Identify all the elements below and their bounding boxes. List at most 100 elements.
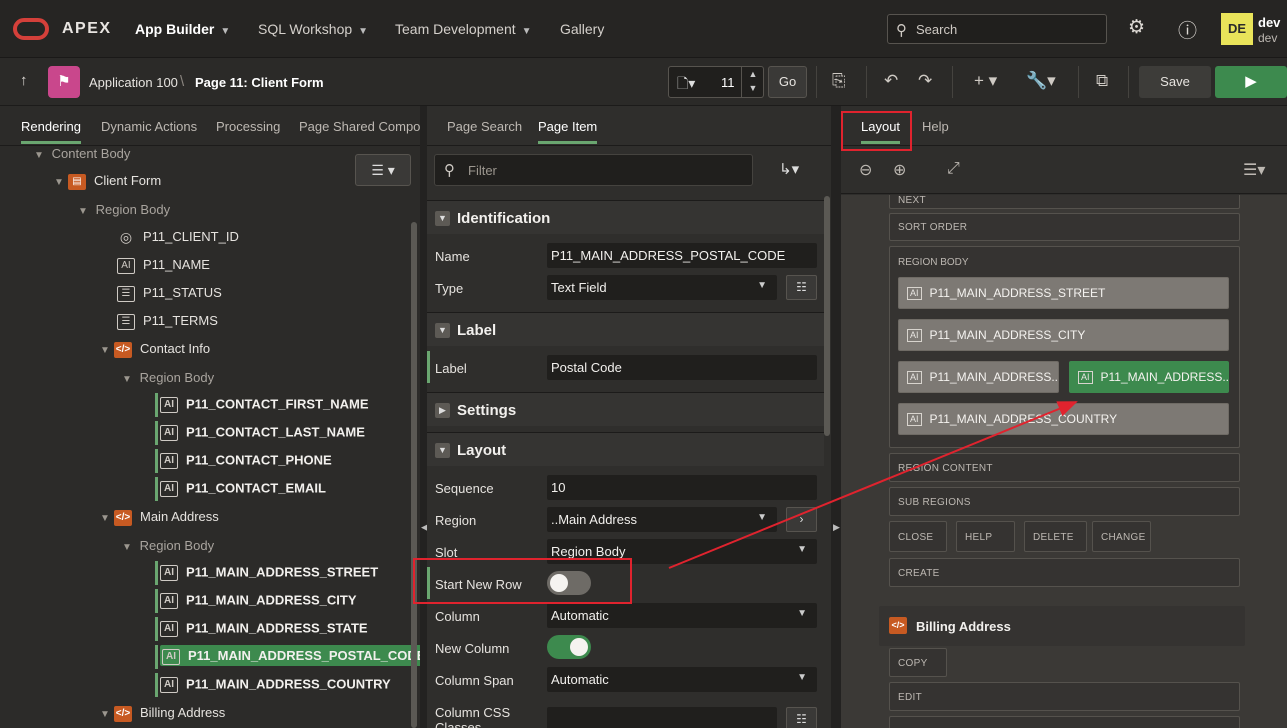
collapse-icon[interactable]: ▼ <box>100 513 114 524</box>
column-span-select[interactable]: Automatic ▼ <box>547 667 817 692</box>
user-name[interactable]: dev <box>1258 15 1280 30</box>
layout-canvas[interactable]: NEXT SORT ORDER REGION BODY AI P11_MAIN_A… <box>841 195 1287 728</box>
tree-node[interactable]: ☰ P11_STATUS <box>117 285 222 302</box>
nav-app-builder[interactable]: App Builder ▼ <box>135 21 230 37</box>
tree-node[interactable]: AI P11_MAIN_ADDRESS_CITY <box>155 589 357 613</box>
new-column-toggle[interactable] <box>547 635 591 659</box>
administration-icon[interactable]: ⚙ <box>1128 16 1145 39</box>
layout-item-street[interactable]: AI P11_MAIN_ADDRESS_STREET <box>898 277 1229 309</box>
tree-node[interactable]: AI P11_CONTACT_PHONE <box>155 449 332 473</box>
slot-close[interactable]: CLOSE <box>889 521 947 552</box>
tree-node[interactable]: AI P11_CONTACT_EMAIL <box>155 477 326 501</box>
tab-dynamic-actions[interactable]: Dynamic Actions <box>101 119 197 134</box>
go-button[interactable]: Go <box>768 66 807 98</box>
tree-node[interactable]: ◎ P11_CLIENT_ID <box>117 229 239 246</box>
shared-components-icon[interactable]: ⧉ <box>1096 71 1108 91</box>
tree-node[interactable]: AI P11_CONTACT_LAST_NAME <box>155 421 365 445</box>
tree-node[interactable]: ▼ </> Main Address <box>100 509 219 526</box>
label-field[interactable]: Postal Code <box>547 355 817 380</box>
tree-node[interactable]: ▼ </> Billing Address <box>100 705 225 722</box>
region-billing-address[interactable]: </> Billing Address <box>879 606 1245 646</box>
expand-icon[interactable]: ⤢ <box>947 160 960 178</box>
run-page-button[interactable]: ▶ <box>1215 66 1287 98</box>
page-number-input[interactable]: 11 <box>721 75 735 90</box>
oracle-logo-icon[interactable] <box>13 18 49 40</box>
slot-next[interactable]: NEXT <box>889 195 1240 209</box>
left-splitter[interactable]: ◀ <box>420 106 428 728</box>
right-splitter[interactable]: ▶ <box>831 106 841 728</box>
tree-node[interactable]: ▼ Region Body <box>122 538 214 553</box>
slot-delete[interactable]: DELETE <box>1024 521 1087 552</box>
zoom-out-icon[interactable]: ⊖ <box>859 160 872 180</box>
tree-node[interactable]: AI P11_NAME <box>117 257 210 274</box>
tab-rendering[interactable]: Rendering <box>21 119 81 144</box>
nav-gallery[interactable]: Gallery <box>560 21 604 37</box>
tree-node[interactable]: ▼ Region Body <box>78 202 170 217</box>
slot-help[interactable]: HELP <box>956 521 1015 552</box>
name-field[interactable]: P11_MAIN_ADDRESS_POSTAL_CODE <box>547 243 817 268</box>
go-to-region-button[interactable]: › <box>786 507 817 532</box>
tree-node[interactable]: ▼ ▤ Client Form <box>54 173 161 190</box>
tree-node[interactable]: ▼ </> Contact Info <box>100 341 210 358</box>
tree-node[interactable]: ▼ Content Body <box>34 146 130 161</box>
section-identification[interactable]: ▼ Identification <box>427 200 824 234</box>
column-select[interactable]: Automatic ▼ <box>547 603 817 628</box>
undo-icon[interactable]: ↶ <box>884 71 898 91</box>
slot-region-content[interactable]: REGION CONTENT <box>889 453 1240 482</box>
tree-scrollbar[interactable] <box>411 222 417 728</box>
layout-menu-icon[interactable]: ☰▾ <box>1243 160 1265 180</box>
lock-page-icon[interactable]: ⎘ <box>832 71 846 91</box>
section-label[interactable]: ▼ Label <box>427 312 824 346</box>
arrow-up-icon[interactable]: ↑ <box>20 72 28 89</box>
column-css-field[interactable] <box>547 707 777 728</box>
collapse-icon[interactable]: ▼ <box>100 345 114 356</box>
collapse-icon[interactable]: ▼ <box>54 177 68 188</box>
page-stepper[interactable]: ▲ ▼ <box>741 67 764 97</box>
section-settings[interactable]: ▶ Settings <box>427 392 824 426</box>
breadcrumb-application[interactable]: Application 100 <box>89 75 178 90</box>
tree-menu-button[interactable]: ☰ ▾ <box>355 154 411 186</box>
utilities-wrench-icon[interactable]: 🔧▾ <box>1026 71 1056 91</box>
section-layout[interactable]: ▼ Layout <box>427 432 824 466</box>
save-button[interactable]: Save <box>1139 66 1211 98</box>
slot-change[interactable]: CHANGE <box>1092 521 1151 552</box>
collapse-icon[interactable]: ▼ <box>122 542 136 553</box>
tree-node[interactable]: AI P11_MAIN_ADDRESS_STREET <box>155 561 378 585</box>
region-select[interactable]: ..Main Address ▼ <box>547 507 777 532</box>
tree-node-selected[interactable]: AI P11_MAIN_ADDRESS_POSTAL_CODE <box>155 645 420 669</box>
layout-item-country[interactable]: AI P11_MAIN_ADDRESS_COUNTRY <box>898 403 1229 435</box>
nav-team-development[interactable]: Team Development ▼ <box>395 21 532 37</box>
slot-create[interactable]: CREATE <box>889 558 1240 587</box>
page-selector[interactable]: 🗋▾ 11 ▲ ▼ <box>668 66 764 98</box>
tab-page-item[interactable]: Page Item <box>538 119 598 144</box>
go-to-group-icon[interactable]: ↳▾ <box>779 160 799 178</box>
layout-item-city[interactable]: AI P11_MAIN_ADDRESS_CITY <box>898 319 1229 351</box>
list-options-button[interactable]: ☷ <box>786 707 817 728</box>
tab-processing[interactable]: Processing <box>216 119 280 134</box>
tab-help[interactable]: Help <box>922 119 949 134</box>
collapse-right-icon[interactable]: ▶ <box>833 522 840 533</box>
sequence-field[interactable]: 10 <box>547 475 817 500</box>
apex-brand[interactable]: APEX <box>62 20 112 38</box>
layout-item-postal-code[interactable]: AI P11_MAIN_ADDRESS... <box>1069 361 1229 393</box>
list-options-button[interactable]: ☷ <box>786 275 817 300</box>
collapse-icon[interactable]: ▼ <box>122 374 136 385</box>
redo-icon[interactable]: ↷ <box>918 71 932 91</box>
property-scrollbar[interactable] <box>824 196 830 436</box>
help-icon[interactable]: ⓘ <box>1178 16 1197 43</box>
collapse-icon[interactable]: ▼ <box>34 150 48 161</box>
tree-node[interactable]: AI P11_MAIN_ADDRESS_STATE <box>155 617 368 641</box>
nav-sql-workshop[interactable]: SQL Workshop ▼ <box>258 21 368 37</box>
global-search-input[interactable]: ⚲ Search <box>887 14 1107 44</box>
tab-page-search[interactable]: Page Search <box>447 119 522 134</box>
tree-node[interactable]: ▼ Region Body <box>122 370 214 385</box>
collapse-icon[interactable]: ▼ <box>78 206 92 217</box>
tree-node[interactable]: AI P11_MAIN_ADDRESS_COUNTRY <box>155 673 391 697</box>
zoom-in-icon[interactable]: ⊕ <box>893 160 906 180</box>
slot-sub-regions[interactable]: SUB REGIONS <box>889 487 1240 516</box>
user-avatar[interactable]: DE <box>1221 13 1253 45</box>
create-menu-icon[interactable]: + ▾ <box>974 71 997 91</box>
tree-node[interactable]: ☰ P11_TERMS <box>117 313 218 330</box>
property-filter-input[interactable]: ⚲ Filter <box>434 154 753 186</box>
application-icon[interactable]: ⚑ <box>48 66 80 98</box>
